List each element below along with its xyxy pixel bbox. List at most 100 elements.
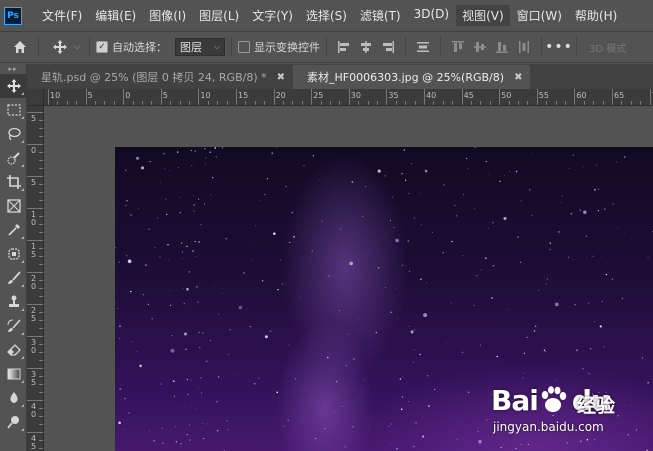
star — [130, 290, 132, 293]
menu-file[interactable]: 文件(F) — [36, 5, 88, 26]
history-brush-tool[interactable] — [0, 314, 27, 338]
star — [300, 297, 301, 299]
dodge-tool[interactable] — [0, 410, 27, 434]
menu-edit[interactable]: 编辑(E) — [89, 5, 142, 26]
distribute-horizontal-icon[interactable] — [516, 39, 532, 55]
star — [205, 157, 207, 159]
star — [206, 423, 208, 425]
star — [410, 330, 414, 334]
star — [604, 208, 606, 210]
star — [205, 163, 206, 165]
close-icon[interactable]: ✖ — [277, 72, 285, 83]
star — [425, 282, 427, 284]
star — [473, 304, 475, 306]
tab-material-jpg[interactable]: 素材_HF0006303.jpg @ 25%(RGB/8) ✖ — [293, 65, 531, 89]
marquee-tool[interactable] — [0, 98, 27, 122]
eraser-tool[interactable] — [0, 338, 27, 362]
star — [576, 349, 578, 352]
star — [118, 421, 121, 425]
brush-tool[interactable] — [0, 266, 27, 290]
star — [177, 151, 179, 153]
star — [169, 170, 170, 172]
star — [122, 429, 124, 430]
ruler-label: 45 — [31, 434, 37, 451]
baidu-paw-icon — [541, 386, 567, 412]
document-tab-bar: 星轨.psd @ 25% (图层 0 拷贝 24, RGB/8) * ✖ 素材_… — [27, 64, 653, 89]
close-icon[interactable]: ✖ — [514, 72, 522, 83]
ruler-minor-tick — [583, 101, 585, 105]
show-transform-label: 显示变换控件 — [254, 41, 320, 54]
menu-help[interactable]: 帮助(H) — [569, 5, 623, 26]
ruler-minor-tick — [57, 101, 59, 105]
gradient-tool[interactable] — [0, 362, 27, 386]
star — [594, 189, 596, 191]
star — [419, 193, 421, 195]
menu-3d[interactable]: 3D(D) — [408, 5, 455, 26]
move-tool[interactable] — [0, 74, 27, 98]
home-button[interactable] — [8, 36, 32, 58]
lasso-tool[interactable] — [0, 122, 27, 146]
blur-tool[interactable] — [0, 386, 27, 410]
star — [349, 261, 354, 266]
healing-tool[interactable] — [0, 242, 27, 266]
stamp-tool[interactable] — [0, 290, 27, 314]
star — [515, 447, 517, 450]
ruler-label: 50 — [501, 91, 512, 100]
align-right-icon[interactable] — [380, 39, 396, 55]
horizontal-ruler[interactable]: 1050510152025303540455055606570 — [44, 89, 653, 106]
menu-view[interactable]: 视图(V) — [456, 5, 510, 26]
quick-select-tool[interactable] — [0, 146, 27, 170]
menu-type[interactable]: 文字(Y) — [246, 5, 299, 26]
ruler-label: 15 — [31, 242, 37, 259]
menu-filter[interactable]: 滤镜(T) — [354, 5, 407, 26]
star — [182, 251, 184, 253]
star — [180, 443, 182, 445]
more-options-button[interactable]: ••• — [545, 39, 572, 55]
align-left-icon[interactable] — [336, 39, 352, 55]
ruler-tick — [27, 176, 43, 177]
ruler-minor-tick — [602, 101, 604, 105]
star — [148, 430, 150, 432]
show-transform-checkbox[interactable] — [238, 41, 250, 53]
auto-select-target-dropdown[interactable]: 图层 ⌵ — [175, 38, 225, 56]
star — [414, 329, 416, 331]
menu-window[interactable]: 窗口(W) — [511, 5, 568, 26]
menu-layer[interactable]: 图层(L) — [193, 5, 245, 26]
star — [225, 238, 227, 240]
distribute-vertical-icon[interactable] — [415, 39, 431, 55]
star — [612, 203, 614, 205]
move-tool-preset-button[interactable] — [49, 36, 71, 58]
align-horizontal-center-icon[interactable] — [358, 39, 374, 55]
star — [588, 372, 590, 375]
ruler-minor-tick — [640, 101, 642, 105]
align-bottom-icon[interactable] — [494, 39, 510, 55]
star — [396, 287, 397, 289]
ruler-origin[interactable] — [27, 89, 44, 106]
menu-select[interactable]: 选择(S) — [300, 5, 353, 26]
chevron-down-icon[interactable]: ⌵ — [71, 42, 83, 52]
ruler-minor-tick — [39, 352, 43, 353]
eyedropper-tool[interactable] — [0, 218, 27, 242]
star — [499, 180, 501, 182]
vertical-ruler[interactable]: 5 0 5 10 15 20 25 30 35 40 45 — [27, 106, 44, 451]
auto-select-checkbox[interactable]: ✓ — [96, 41, 108, 53]
star — [390, 423, 392, 425]
align-vertical-center-icon[interactable] — [472, 39, 488, 55]
ruler-tick — [27, 272, 43, 273]
ruler-minor-tick — [320, 101, 322, 105]
star — [200, 224, 202, 226]
ruler-tick — [27, 240, 43, 241]
panel-grip-icon[interactable]: ▸▸ — [0, 64, 26, 74]
star — [340, 228, 342, 230]
ruler-minor-tick — [39, 280, 43, 281]
ruler-minor-tick — [104, 101, 106, 105]
crop-tool[interactable] — [0, 170, 27, 194]
menu-image[interactable]: 图像(I) — [143, 5, 192, 26]
align-top-icon[interactable] — [450, 39, 466, 55]
star — [594, 321, 596, 323]
ruler-minor-tick — [39, 128, 43, 129]
star — [519, 261, 522, 264]
frame-tool[interactable] — [0, 194, 27, 218]
tab-star-trails-psd[interactable]: 星轨.psd @ 25% (图层 0 拷贝 24, RGB/8) * ✖ — [27, 65, 293, 89]
star — [611, 278, 614, 280]
